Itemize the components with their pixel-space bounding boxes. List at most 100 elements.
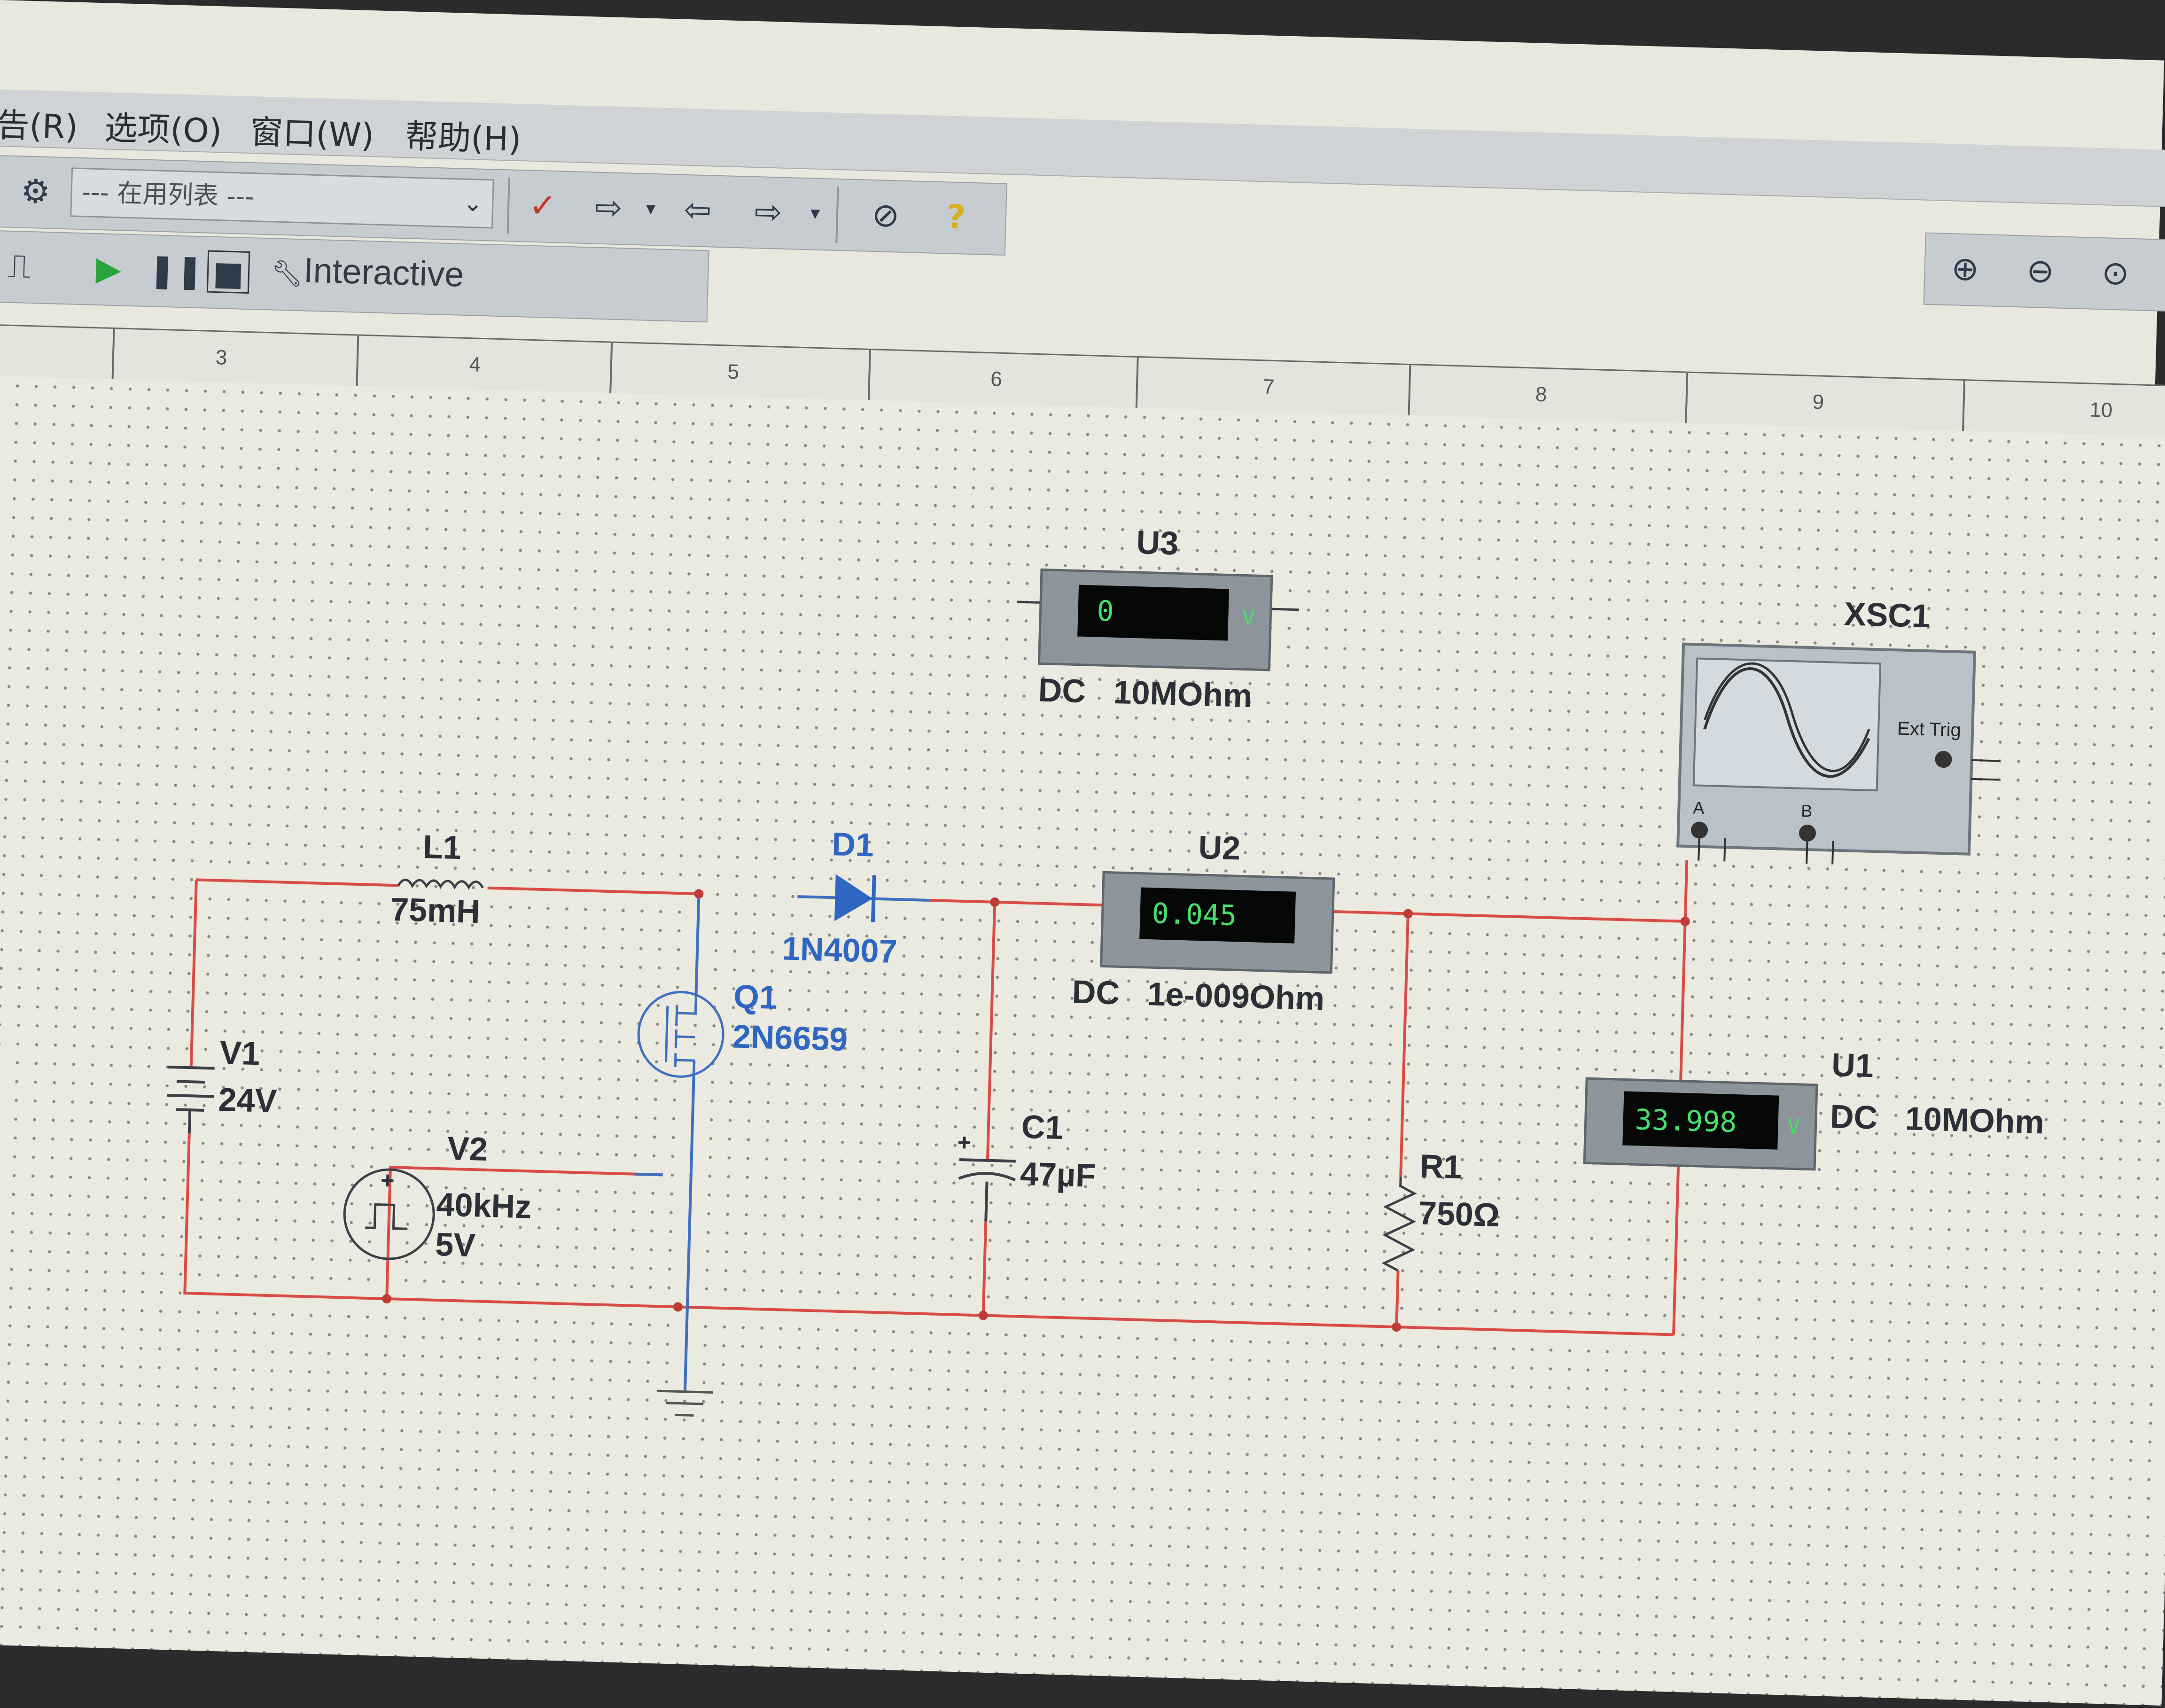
menu-item-reports[interactable]: 告(R) — [0, 99, 78, 148]
zoom-in-icon[interactable]: ⊕ — [1943, 247, 1986, 290]
u2-reading: 0.045 — [1152, 897, 1238, 932]
wire[interactable] — [1399, 913, 1410, 1177]
stop-simulation-icon[interactable]: ■ — [206, 250, 250, 294]
mosfet-q1[interactable]: Q1 2N6659 — [637, 975, 849, 1081]
forward-annotate-icon[interactable]: ⇦ — [676, 188, 719, 231]
v2-name: V2 — [447, 1130, 488, 1168]
simulation-mode-label[interactable]: Interactive — [303, 250, 465, 294]
q1-value: 2N6659 — [732, 1018, 848, 1058]
l1-value: 75mH — [390, 891, 481, 930]
q1-name: Q1 — [733, 978, 778, 1016]
multimeter-u1[interactable]: 33.998 V U1 DC 10MOhm — [1583, 1039, 2046, 1176]
help-icon[interactable]: ? — [935, 195, 978, 239]
wire[interactable] — [986, 902, 997, 1161]
v1-value: 24V — [218, 1081, 278, 1119]
wire[interactable] — [1672, 1165, 1680, 1335]
zoom-toolbar: ⊕ ⊖ ⊙ — [1923, 232, 2165, 312]
u1-mode: DC — [1830, 1098, 1878, 1136]
zoom-out-icon[interactable]: ⊖ — [2018, 249, 2062, 292]
ruler-tick — [111, 328, 115, 381]
wire[interactable] — [189, 880, 198, 1068]
dropdown-arrow-icon[interactable]: ▾ — [629, 187, 672, 230]
dropdown-arrow-icon[interactable]: ▾ — [794, 191, 837, 234]
junction-dot — [978, 1310, 988, 1320]
erc-check-icon[interactable]: ✓ — [521, 184, 564, 227]
wire[interactable] — [1332, 910, 1685, 923]
pulse-source-v2[interactable]: + V2 40kHz 5V — [343, 1127, 533, 1265]
junction-dot — [382, 1294, 392, 1304]
transfer-icon[interactable]: ⇨ — [747, 190, 790, 234]
capacitor-symbol — [958, 1158, 1016, 1182]
ruler-tick — [356, 335, 359, 388]
ruler-number: 8 — [1535, 382, 1548, 406]
u3-reading: 0 — [1097, 595, 1114, 628]
wire[interactable] — [1679, 921, 1687, 1081]
wrench-icon[interactable]: 🔧︎ — [265, 252, 309, 295]
wire[interactable] — [196, 878, 398, 887]
back-annotate-icon[interactable]: ⇨ — [587, 186, 630, 229]
mosfet-symbol — [664, 997, 697, 1068]
zoom-area-icon[interactable]: ⊙ — [2094, 251, 2137, 295]
wire[interactable] — [981, 1221, 988, 1316]
component-search-icon[interactable]: ⊘ — [864, 194, 907, 237]
wire[interactable] — [1683, 860, 1689, 921]
junction-dot — [990, 897, 1000, 907]
junction-dot — [673, 1302, 683, 1312]
oscilloscope-xsc1[interactable]: XSC1 Ext Trig A B — [1676, 591, 2004, 869]
probe-icon[interactable]: ⎍ — [0, 244, 41, 288]
u1-reading: 33.998 — [1635, 1103, 1737, 1139]
battery-v1[interactable]: V1 24V — [166, 1033, 279, 1136]
wire[interactable] — [683, 1068, 696, 1392]
ruler-number: 7 — [1262, 375, 1275, 399]
wire[interactable] — [634, 1172, 663, 1177]
ground-lines — [656, 1389, 713, 1417]
ruler-tick — [1685, 373, 1689, 425]
pause-simulation-icon[interactable]: ❚❚ — [148, 249, 204, 292]
channel-b-label: B — [1801, 801, 1813, 821]
ruler-number: 4 — [469, 353, 481, 376]
ground-symbol — [656, 1389, 713, 1417]
multimeter-u2[interactable]: 0.045 U2 DC 1e-009Ohm — [1072, 826, 1335, 1017]
junction-dot — [1392, 1322, 1402, 1332]
u2-mode: DC — [1072, 974, 1120, 1012]
junction-dot — [1403, 909, 1413, 919]
battery-lead — [187, 1110, 192, 1134]
multimeter-u3[interactable]: 0 V U3 DC 10MOhm — [1014, 521, 1301, 716]
xsc1-name: XSC1 — [1844, 595, 1931, 634]
u1-resistance: 10MOhm — [1905, 1100, 2045, 1140]
wire[interactable] — [694, 894, 701, 998]
wire[interactable] — [1395, 1271, 1400, 1327]
menu-item-window[interactable]: 窗口(W) — [249, 106, 375, 156]
wire[interactable] — [390, 1166, 663, 1177]
u2-resistance: 1e-009Ohm — [1147, 975, 1325, 1017]
capacitor-lead — [984, 1181, 989, 1222]
u1-name: U1 — [1831, 1046, 1874, 1084]
wire[interactable] — [678, 1305, 1674, 1336]
inductor-l1[interactable]: L1 75mH — [390, 827, 484, 930]
u3-resistance: 10MOhm — [1113, 674, 1253, 714]
component-wizard-icon[interactable]: ⚙ — [14, 170, 57, 213]
d1-value: 1N4007 — [781, 930, 897, 970]
oscilloscope-screen — [1692, 657, 1882, 792]
wire[interactable] — [487, 886, 699, 896]
ruler-tick — [609, 343, 613, 395]
junction-dot — [1680, 916, 1690, 926]
menu-item-options[interactable]: 选项(O) — [104, 101, 222, 152]
v2-amplitude: 5V — [435, 1226, 476, 1263]
c1-value: 47µF — [1020, 1155, 1096, 1194]
u2-name: U2 — [1198, 829, 1241, 866]
capacitor-c1[interactable]: + C1 47µF — [955, 1107, 1098, 1224]
toolbar-separator — [506, 177, 510, 234]
in-use-list-select[interactable]: --- 在用列表 --- ⌄ — [70, 167, 494, 229]
ruler-tick — [867, 350, 871, 402]
ruler-number: 5 — [727, 360, 740, 384]
menu-item-help[interactable]: 帮助(H) — [405, 110, 522, 161]
ruler-number: 10 — [2089, 398, 2113, 422]
ruler-number: 6 — [990, 367, 1003, 391]
u3-unit: V — [1242, 606, 1255, 630]
r1-value: 750Ω — [1418, 1194, 1500, 1233]
schematic-canvas[interactable]: L1 75mH D1 1N4007 V1 24V + V2 40kHz 5V Q… — [0, 375, 2165, 1706]
run-simulation-icon[interactable]: ▶ — [87, 247, 130, 290]
wire[interactable] — [929, 898, 1103, 907]
in-use-list-label: --- 在用列表 --- — [81, 177, 255, 212]
